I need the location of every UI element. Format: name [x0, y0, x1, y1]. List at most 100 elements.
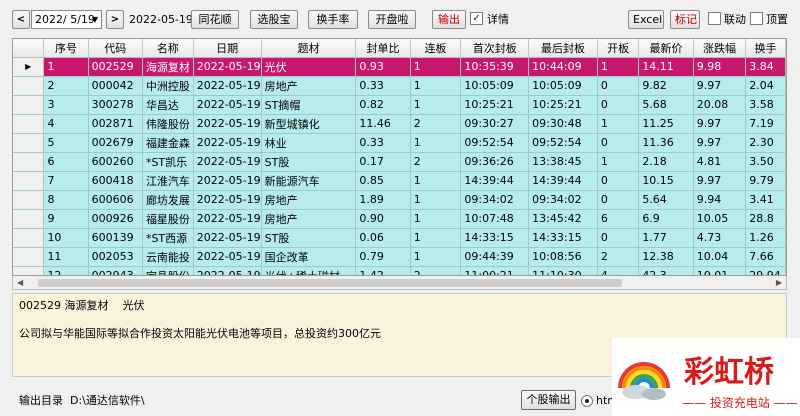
table-cell[interactable]: 10:08:56: [528, 247, 598, 267]
table-cell[interactable]: 14:39:44: [460, 171, 530, 191]
horizontal-scrollbar[interactable]: ◀ ▶: [12, 276, 787, 290]
table-cell[interactable]: 华昌达: [142, 95, 194, 115]
table-row[interactable]: 8 600606 廊坊发展 2022-05-19 房地产 1.89 1 09:34:02 09:…: [13, 190, 786, 210]
table-cell[interactable]: 9.97: [693, 171, 747, 191]
table-cell[interactable]: 11.25: [638, 114, 694, 134]
table-cell[interactable]: 09:34:02: [528, 190, 598, 210]
table-row[interactable]: 2 000042 中洲控股 2022-05-19 房地产 0.33 1 10:05:09 10:…: [13, 76, 786, 96]
table-cell[interactable]: 3.84: [745, 57, 786, 77]
table-cell[interactable]: 13:38:45: [528, 152, 598, 172]
table-cell[interactable]: ST股: [261, 228, 357, 248]
table-cell[interactable]: 8: [43, 190, 89, 210]
table-cell[interactable]: 600139: [88, 228, 143, 248]
table-cell[interactable]: 600606: [88, 190, 143, 210]
table-cell[interactable]: 云南能投: [142, 247, 194, 267]
table-cell[interactable]: 4.81: [693, 152, 747, 172]
table-cell[interactable]: 10:44:09: [528, 57, 598, 77]
table-cell[interactable]: 1.77: [638, 228, 694, 248]
table-cell[interactable]: 6.9: [638, 209, 694, 229]
table-cell[interactable]: 09:52:54: [528, 133, 598, 153]
table-cell[interactable]: 福建金森: [142, 133, 194, 153]
table-cell[interactable]: 11:10:30: [528, 266, 598, 275]
table-cell[interactable]: 09:36:26: [460, 152, 530, 172]
detail-checkbox[interactable]: ✓: [470, 12, 483, 25]
html-radio[interactable]: [581, 395, 593, 407]
table-cell[interactable]: ST股: [261, 152, 357, 172]
table-cell[interactable]: 2022-05-19: [193, 95, 262, 115]
table-cell[interactable]: 1: [410, 190, 462, 210]
table-cell[interactable]: 2022-05-19: [193, 152, 262, 172]
table-cell[interactable]: 11.36: [638, 133, 694, 153]
table-cell[interactable]: 000926: [88, 209, 143, 229]
table-cell[interactable]: 10.15: [638, 171, 694, 191]
table-cell[interactable]: 新型城镇化: [261, 114, 357, 134]
table-cell[interactable]: 1: [410, 57, 462, 77]
table-cell[interactable]: 房地产: [261, 76, 357, 96]
table-cell[interactable]: 0.82: [355, 95, 411, 115]
table-cell[interactable]: 10.05: [693, 209, 747, 229]
table-cell[interactable]: 29.94: [745, 266, 786, 275]
table-cell[interactable]: 9: [43, 209, 89, 229]
table-cell[interactable]: 7.19: [745, 114, 786, 134]
table-cell[interactable]: 廊坊发展: [142, 190, 194, 210]
table-cell[interactable]: 42.3: [638, 266, 694, 275]
table-row[interactable]: ▶ 1 002529 海源复材 2022-05-19 光伏 0.93 1 10:35:39 10:…: [13, 57, 786, 77]
table-row[interactable]: 3 300278 华昌达 2022-05-19 ST摘帽 0.82 1 10:25:21 10:…: [13, 95, 786, 115]
table-cell[interactable]: 0: [597, 190, 640, 210]
table-cell[interactable]: 2022-05-19: [193, 76, 262, 96]
table-cell[interactable]: 江淮汽车: [142, 171, 194, 191]
table-cell[interactable]: 6: [597, 209, 640, 229]
table-cell[interactable]: 09:44:39: [460, 247, 530, 267]
xuangubao-button[interactable]: 选股宝: [250, 10, 298, 29]
table-cell[interactable]: 2.18: [638, 152, 694, 172]
table-cell[interactable]: 1.89: [355, 190, 411, 210]
output-button[interactable]: 输出: [432, 10, 466, 29]
table-cell[interactable]: 2022-05-19: [193, 114, 262, 134]
table-cell[interactable]: 3: [43, 95, 89, 115]
column-header[interactable]: 序号: [43, 39, 89, 58]
table-cell[interactable]: 600418: [88, 171, 143, 191]
table-cell[interactable]: 3.50: [745, 152, 786, 172]
table-row[interactable]: 5 002679 福建金森 2022-05-19 林业 0.33 1 09:52:54 09:5…: [13, 133, 786, 153]
table-row[interactable]: 11 002053 云南能投 2022-05-19 国企改革 0.79 1 09:44:39 1…: [13, 247, 786, 267]
table-cell[interactable]: 10.01: [693, 266, 747, 275]
table-cell[interactable]: 福星股份: [142, 209, 194, 229]
column-header[interactable]: 连板: [410, 39, 462, 58]
table-cell[interactable]: *ST凯乐: [142, 152, 194, 172]
table-cell[interactable]: 9.98: [693, 57, 747, 77]
table-cell[interactable]: 09:30:27: [460, 114, 530, 134]
table-cell[interactable]: 1: [410, 228, 462, 248]
table-cell[interactable]: 002529: [88, 57, 143, 77]
table-row[interactable]: 10 600139 *ST西源 2022-05-19 ST股 0.06 1 14:33:15 1…: [13, 228, 786, 248]
table-cell[interactable]: 09:30:48: [528, 114, 598, 134]
table-cell[interactable]: 11: [43, 247, 89, 267]
table-cell[interactable]: 6: [43, 152, 89, 172]
table-cell[interactable]: 0: [597, 228, 640, 248]
table-cell[interactable]: 2022-05-19: [193, 133, 262, 153]
table-cell[interactable]: 3.41: [745, 190, 786, 210]
table-cell[interactable]: 1: [597, 152, 640, 172]
table-cell[interactable]: 10:05:09: [460, 76, 530, 96]
table-cell[interactable]: 7.66: [745, 247, 786, 267]
table-cell[interactable]: 1: [410, 76, 462, 96]
table-cell[interactable]: 伟隆股份: [142, 114, 194, 134]
table-cell[interactable]: 0.90: [355, 209, 411, 229]
table-cell[interactable]: 20.08: [693, 95, 747, 115]
table-cell[interactable]: 10:25:21: [528, 95, 598, 115]
table-cell[interactable]: 1: [410, 171, 462, 191]
table-cell[interactable]: 2: [43, 76, 89, 96]
table-cell[interactable]: 0.33: [355, 133, 411, 153]
table-cell[interactable]: 光伏+稀土磁材: [261, 266, 357, 275]
table-cell[interactable]: 1: [597, 114, 640, 134]
table-cell[interactable]: 新能源汽车: [261, 171, 357, 191]
kaipanla-button[interactable]: 开盘啦: [368, 10, 416, 29]
table-cell[interactable]: 1: [410, 209, 462, 229]
table-cell[interactable]: 10:25:21: [460, 95, 530, 115]
table-cell[interactable]: 002053: [88, 247, 143, 267]
table-cell[interactable]: 14:39:44: [528, 171, 598, 191]
mark-button[interactable]: 标记: [670, 10, 700, 29]
table-cell[interactable]: 房地产: [261, 209, 357, 229]
table-cell[interactable]: 2022-05-19: [193, 228, 262, 248]
link-checkbox[interactable]: [708, 12, 721, 25]
table-cell[interactable]: 28.8: [745, 209, 786, 229]
